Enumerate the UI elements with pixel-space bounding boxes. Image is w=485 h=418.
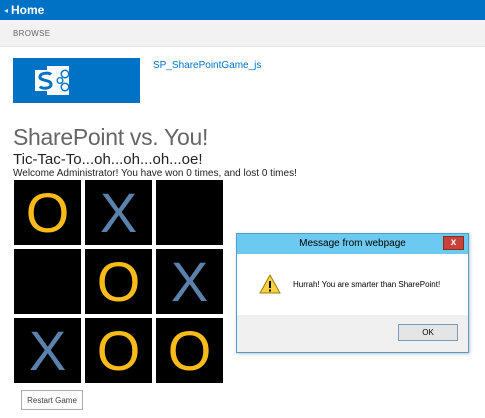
message-dialog: Message from webpage x Hurrah! You are s… (236, 233, 469, 353)
back-arrow-icon[interactable]: ◂ (4, 6, 8, 15)
board-cell-8[interactable]: O (85, 318, 152, 383)
sharepoint-logo-icon[interactable] (13, 58, 140, 103)
close-icon[interactable]: x (443, 236, 464, 250)
dialog-message: Hurrah! You are smarter than SharePoint! (293, 280, 441, 289)
tic-tac-toe-board: O X O X X O O (14, 180, 223, 384)
page-subtitle: Tic-Tac-To...oh...oh...oh...oe! (13, 151, 203, 168)
dialog-title: Message from webpage (299, 238, 406, 249)
board-cell-4[interactable] (14, 249, 81, 314)
site-title-link[interactable]: SP_SharePointGame_js (153, 60, 261, 71)
board-cell-9[interactable]: O (156, 318, 223, 383)
board-cell-7[interactable]: X (14, 318, 81, 383)
board-cell-3[interactable] (156, 180, 223, 245)
dialog-body: Hurrah! You are smarter than SharePoint! (237, 254, 468, 315)
ok-button[interactable]: OK (398, 324, 458, 341)
board-cell-6[interactable]: X (156, 249, 223, 314)
ribbon-bar: BROWSE (0, 20, 485, 47)
restart-game-button[interactable]: Restart Game (21, 390, 83, 410)
board-cell-1[interactable]: O (14, 180, 81, 245)
browse-tab[interactable]: BROWSE (13, 29, 50, 38)
board-cell-2[interactable]: X (85, 180, 152, 245)
home-link[interactable]: Home (11, 0, 44, 20)
warning-icon (259, 274, 281, 294)
welcome-message: Welcome Administrator! You have won 0 ti… (13, 168, 297, 179)
suite-bar: ◂ Home (0, 0, 485, 20)
board-cell-5[interactable]: O (85, 249, 152, 314)
page-title: SharePoint vs. You! (13, 124, 209, 150)
